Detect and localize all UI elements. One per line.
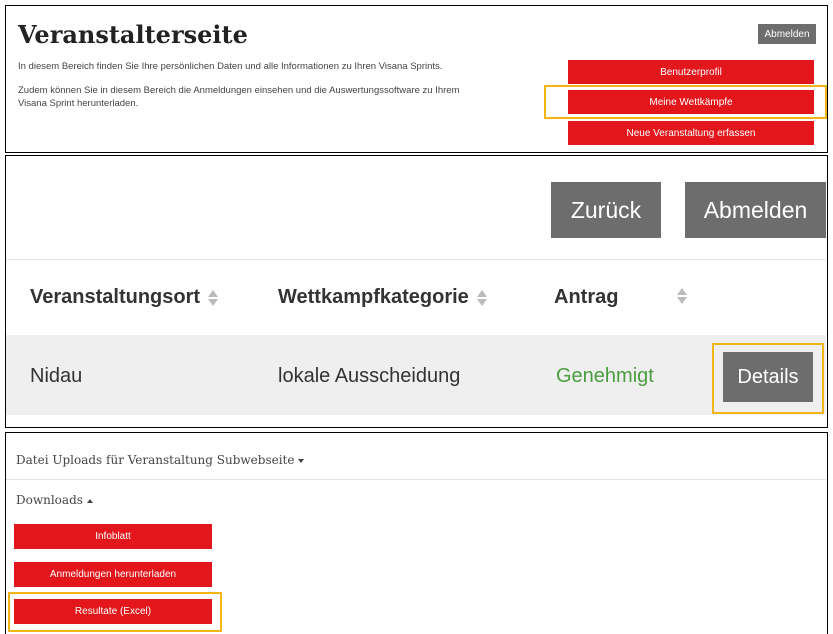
column-header-category-label: Wettkampfkategorie [278,286,469,308]
caret-up-icon [86,498,93,503]
sort-icon[interactable] [476,289,487,307]
organizer-page-panel: Veranstalterseite In diesem Bereich find… [5,5,828,153]
new-event-button[interactable]: Neue Veranstaltung erfassen [568,121,814,145]
section-divider [6,479,826,480]
highlight-my-competitions [544,85,827,119]
caret-down-icon [298,458,305,463]
column-header-request-sort[interactable] [669,287,687,305]
logout-button-small[interactable]: Abmelden [758,24,816,44]
files-panel: Datei Uploads für Veranstaltung Subwebse… [5,432,828,634]
column-header-request[interactable]: Antrag [554,286,618,309]
competitions-panel: Zurück Abmelden Veranstaltungsort Wettka… [5,155,828,428]
sort-icon[interactable] [677,287,687,305]
column-header-location[interactable]: Veranstaltungsort [30,286,219,309]
page-title: Veranstalterseite [18,20,248,49]
uploads-dropdown[interactable]: Datei Uploads für Veranstaltung Subwebse… [16,453,305,467]
column-header-location-label: Veranstaltungsort [30,286,201,308]
sort-icon[interactable] [208,289,219,307]
logout-button[interactable]: Abmelden [685,182,826,238]
table-divider [6,259,826,260]
user-profile-button[interactable]: Benutzerprofil [568,60,814,84]
cell-location: Nidau [30,365,83,387]
cell-category: lokale Ausscheidung [278,365,461,387]
info-text-line2: Visana Sprint herunterladen. [18,98,139,109]
uploads-dropdown-label: Datei Uploads für Veranstaltung Subwebse… [16,453,295,467]
back-button[interactable]: Zurück [551,182,661,238]
download-registrations-button[interactable]: Anmeldungen herunterladen [14,562,212,587]
downloads-dropdown-label: Downloads [16,493,83,507]
intro-text: In diesem Bereich finden Sie Ihre persön… [18,61,443,72]
highlight-details [712,343,824,414]
column-header-request-label: Antrag [554,286,619,308]
infoblatt-button[interactable]: Infoblatt [14,524,212,549]
status-badge: Genehmigt [556,365,654,387]
column-header-category[interactable]: Wettkampfkategorie [278,286,487,309]
highlight-results [8,592,222,632]
downloads-dropdown[interactable]: Downloads [16,493,93,507]
info-text-line1: Zudem können Sie in diesem Bereich die A… [18,85,460,96]
